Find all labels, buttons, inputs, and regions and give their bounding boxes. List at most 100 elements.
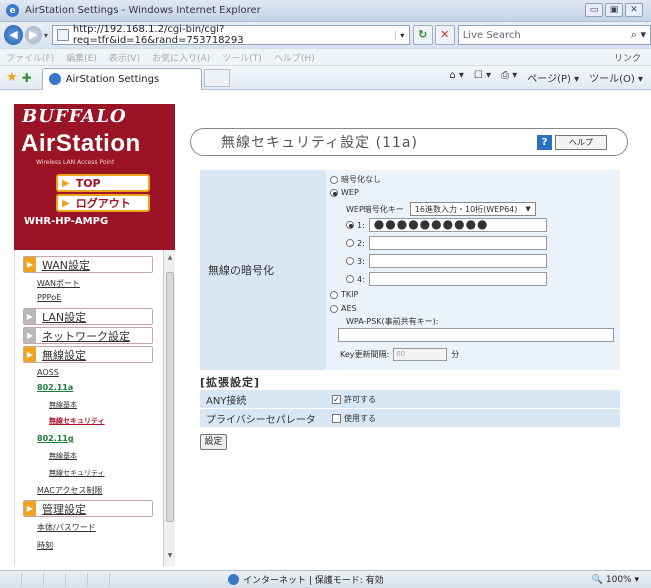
- menu-admin-label: 管理設定: [42, 502, 86, 516]
- menu-network[interactable]: ▶ ネットワーク設定: [23, 327, 153, 344]
- arrow-right-icon: ▶: [62, 177, 70, 189]
- menu-lan[interactable]: ▶ LAN設定: [23, 308, 153, 325]
- submit-button[interactable]: 設定: [200, 434, 227, 450]
- menu-wireless-label: 無線設定: [42, 348, 86, 362]
- main-panel: 無線セキュリティ設定 (11a) ? ヘルプ 無線の暗号化 暗号化なし WEP …: [190, 104, 640, 566]
- help-button[interactable]: ? ヘルプ: [537, 135, 607, 150]
- privacy-separator-checkbox[interactable]: 使用する: [332, 413, 376, 424]
- wep-key-row-1: 1: ●●●●●●●●●●: [346, 218, 547, 232]
- menu-lan-label: LAN設定: [42, 310, 87, 324]
- radio-tkip[interactable]: TKIP: [330, 290, 358, 299]
- search-box[interactable]: Live Search ⌕ ▾: [457, 25, 651, 45]
- minimize-button[interactable]: ▭: [585, 3, 603, 17]
- privacy-separator-label: プライバシーセパレータ: [206, 414, 316, 426]
- page-title-bar: 無線セキュリティ設定 (11a) ? ヘルプ: [190, 128, 628, 156]
- wep-key-input-3[interactable]: [368, 254, 547, 268]
- menu-11a-security[interactable]: 無線セキュリティ: [49, 416, 105, 426]
- menu-edit[interactable]: 編集(E): [66, 51, 97, 64]
- menu-tools[interactable]: ツール(T): [222, 51, 262, 64]
- radio-none[interactable]: 暗号化なし: [330, 174, 381, 185]
- radio-dot: [346, 239, 354, 247]
- airstation-logo: AirStation: [21, 130, 141, 157]
- wep-key-radio-2[interactable]: 2:: [346, 239, 365, 248]
- sidebar-scrollbar[interactable]: ▲ ▼: [163, 250, 175, 566]
- tab-ie-icon: [48, 73, 61, 85]
- close-button[interactable]: ✕: [625, 3, 643, 17]
- menu-11g-basic[interactable]: 無線基本: [49, 451, 77, 461]
- refresh-button[interactable]: ↻: [412, 25, 433, 45]
- scroll-up-icon[interactable]: ▲: [165, 254, 175, 264]
- page-menu[interactable]: ページ(P) ▾: [527, 70, 579, 85]
- menu-pppoe[interactable]: PPPoE: [37, 293, 61, 302]
- menu-wan-port[interactable]: WANポート: [37, 278, 80, 289]
- address-bar[interactable]: http://192.168.1.2/cgi-bin/cgi?req=tfr&i…: [51, 24, 410, 46]
- wep-key-format-row: WEP暗号化キー 16進数入力・10桁(WEP64) ▼: [346, 202, 536, 216]
- any-connection-label: ANY接続: [206, 395, 247, 407]
- menu-11g-security[interactable]: 無線セキュリティ: [49, 468, 105, 478]
- tab-label: AirStation Settings: [65, 73, 160, 85]
- menu-11g[interactable]: 802.11g: [37, 434, 74, 443]
- new-tab-button[interactable]: [203, 68, 230, 87]
- home-icon[interactable]: ⌂ ▾: [449, 70, 464, 85]
- window-controls: ▭ ▣ ✕: [585, 3, 643, 17]
- search-icon[interactable]: ⌕ ▾: [631, 28, 646, 42]
- page-title: 無線セキュリティ設定 (11a): [221, 135, 418, 151]
- wep-key-radio-4[interactable]: 4:: [346, 275, 365, 284]
- menu-wireless[interactable]: ▶ 無線設定: [23, 346, 153, 363]
- logout-button[interactable]: ▶ ログアウト: [56, 194, 150, 212]
- radio-wep-label: WEP: [341, 188, 359, 197]
- help-question-icon: ?: [537, 135, 552, 150]
- history-dropdown[interactable]: ▾: [44, 31, 48, 40]
- menu-mac-access[interactable]: MACアクセス制限: [37, 485, 102, 496]
- nav-buttons: ↻ ✕: [412, 25, 455, 45]
- command-bar: ⌂ ▾ ☐ ▾ ⎙ ▾ ページ(P) ▾ ツール(O) ▾: [449, 70, 643, 85]
- forward-button[interactable]: ▶: [24, 26, 42, 44]
- any-connection-checkbox[interactable]: ✓ 許可する: [332, 394, 376, 405]
- tools-menu[interactable]: ツール(O) ▾: [589, 70, 643, 85]
- wep-key-input-1[interactable]: ●●●●●●●●●●: [368, 218, 547, 232]
- favorites-star-icon[interactable]: ★: [6, 70, 18, 85]
- wep-key-format-select[interactable]: 16進数入力・10桁(WEP64) ▼: [409, 202, 536, 216]
- psk-input[interactable]: [338, 328, 614, 342]
- wep-key-label: WEP暗号化キー: [346, 204, 404, 214]
- top-button[interactable]: ▶ TOP: [56, 174, 150, 192]
- menu-clock[interactable]: 時刻: [37, 540, 53, 551]
- wep-key-radio-1[interactable]: 1:: [346, 221, 365, 230]
- privacy-separator-checkbox-label: 使用する: [344, 413, 376, 423]
- feeds-icon[interactable]: ☐ ▾: [474, 70, 491, 85]
- tab-airstation[interactable]: AirStation Settings: [41, 67, 202, 90]
- radio-wep[interactable]: WEP: [330, 188, 359, 197]
- back-button[interactable]: ◀: [4, 25, 23, 45]
- menu-favorites[interactable]: お気に入り(A): [152, 51, 210, 64]
- menu-view[interactable]: 表示(V): [109, 51, 140, 64]
- wep-key-radio-3[interactable]: 3:: [346, 257, 365, 266]
- menu-password[interactable]: 本体/パスワード: [37, 522, 96, 533]
- zoom-level[interactable]: 🔍 100% ▾: [592, 575, 639, 585]
- scroll-thumb[interactable]: [166, 272, 174, 522]
- key-update-input[interactable]: 60: [393, 348, 448, 361]
- menu-admin[interactable]: ▶ 管理設定: [23, 500, 153, 517]
- menu-aoss[interactable]: AOSS: [37, 368, 59, 377]
- print-icon[interactable]: ⎙ ▾: [501, 70, 517, 85]
- menu-network-label: ネットワーク設定: [42, 329, 130, 343]
- radio-tkip-label: TKIP: [341, 290, 359, 299]
- menu-11a-basic[interactable]: 無線基本: [49, 400, 77, 410]
- address-row: ◀ ▶ ▾ http://192.168.1.2/cgi-bin/cgi?req…: [0, 22, 651, 48]
- links-button[interactable]: リンク: [614, 51, 641, 64]
- logo-tagline: Wireless LAN Access Point: [36, 159, 115, 166]
- wep-key-row-2: 2:: [346, 236, 547, 250]
- menu-wan[interactable]: ▶ WAN設定: [23, 256, 153, 273]
- scroll-down-icon[interactable]: ▼: [165, 552, 175, 562]
- menu-help[interactable]: ヘルプ(H): [274, 51, 315, 64]
- maximize-button[interactable]: ▣: [605, 3, 623, 17]
- wep-key-input-2[interactable]: [368, 236, 547, 250]
- address-dropdown-icon[interactable]: ▾: [394, 30, 409, 40]
- top-button-label: TOP: [75, 176, 101, 190]
- tab-row: ★ ✚ AirStation Settings ⌂ ▾ ☐ ▾ ⎙ ▾ ページ(…: [0, 66, 651, 90]
- add-favorite-icon[interactable]: ✚: [22, 71, 32, 85]
- menu-11a[interactable]: 802.11a: [37, 383, 73, 392]
- radio-aes[interactable]: AES: [330, 304, 357, 313]
- wep-key-input-4[interactable]: [368, 272, 547, 286]
- menu-file[interactable]: ファイル(F): [6, 51, 54, 64]
- stop-button[interactable]: ✕: [434, 25, 455, 45]
